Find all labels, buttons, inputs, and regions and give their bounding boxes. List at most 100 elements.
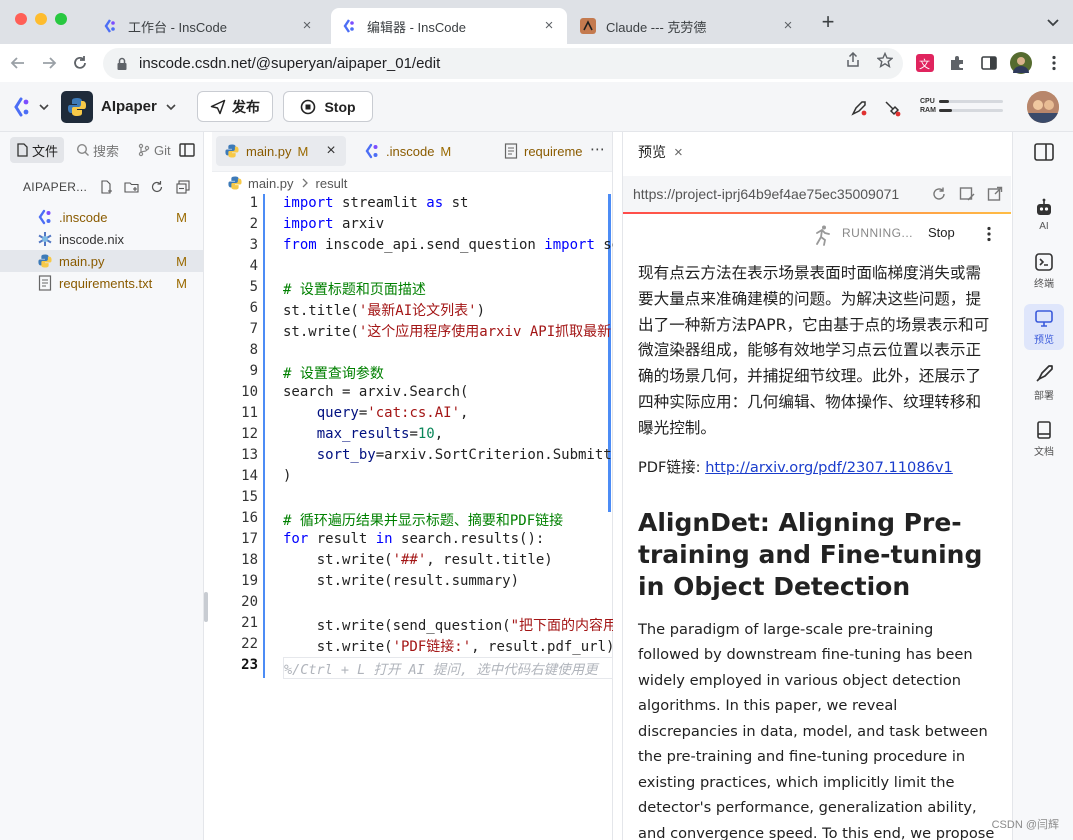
- kebab-menu-icon[interactable]: [1045, 54, 1063, 72]
- close-icon[interactable]: ×: [541, 18, 557, 34]
- ai-hint-placeholder[interactable]: %/Ctrl + L 打开 AI 提问, 选中代码右键使用更: [283, 657, 613, 679]
- profile-avatar[interactable]: [1010, 52, 1032, 74]
- translate-extension-icon[interactable]: 文: [916, 54, 934, 72]
- window-minimize-button[interactable]: [35, 13, 47, 25]
- editor-tab-main-py[interactable]: main.py M ×: [216, 136, 346, 166]
- file-item-requirements[interactable]: requirements.txt M: [0, 272, 203, 294]
- browser-tab-editor[interactable]: 编辑器 - InsCode ×: [331, 8, 567, 44]
- file-item-main-py[interactable]: main.py M: [0, 250, 203, 272]
- text-file-icon: [504, 143, 518, 159]
- editor-tab-requirements[interactable]: requireme: [496, 136, 586, 166]
- sidebar-item-ai[interactable]: AI: [1024, 192, 1064, 238]
- share-icon[interactable]: [845, 52, 861, 68]
- sidebar-item-deploy[interactable]: 部署: [1024, 360, 1064, 406]
- file-item-inscode-nix[interactable]: inscode.nix: [0, 228, 203, 250]
- forward-button[interactable]: [36, 50, 62, 76]
- inscode-logo-menu[interactable]: [12, 97, 50, 117]
- breadcrumb-symbol[interactable]: result: [316, 176, 348, 191]
- chevron-down-icon: [39, 104, 49, 111]
- new-file-icon[interactable]: [100, 180, 114, 194]
- browser-tab-workspace[interactable]: 工作台 - InsCode ×: [92, 8, 325, 44]
- close-icon[interactable]: ×: [326, 142, 335, 160]
- refresh-icon[interactable]: [150, 180, 164, 194]
- code-line: st.title('最新AI论文列表'): [283, 303, 486, 319]
- project-switcher[interactable]: AIpaper: [61, 90, 187, 123]
- kebab-menu-icon[interactable]: [981, 226, 997, 242]
- line-number: 16: [241, 510, 258, 526]
- rocket-notification-icon[interactable]: [850, 99, 868, 117]
- chevron-right-icon: [302, 178, 308, 188]
- close-icon[interactable]: ×: [299, 18, 315, 34]
- lock-icon: [117, 57, 127, 70]
- editor-tab-inscode[interactable]: .inscode M: [356, 136, 476, 166]
- layout-toggle-icon[interactable]: [1034, 143, 1054, 161]
- code-line: query='cat:cs.AI',: [283, 405, 469, 421]
- running-status-label: RUNNING...: [842, 226, 913, 240]
- inscode-icon: [365, 143, 378, 159]
- new-tab-button[interactable]: +: [815, 10, 841, 36]
- code-line: st.write(send_question("把下面的内容用: [283, 618, 613, 634]
- line-number: 5: [249, 279, 258, 295]
- side-panel-icon[interactable]: [980, 54, 998, 72]
- line-number: 18: [241, 552, 258, 568]
- reload-icon[interactable]: [931, 186, 947, 202]
- window-maximize-button[interactable]: [55, 13, 67, 25]
- code-line: # 循环遍历结果并显示标题、摘要和PDF链接: [283, 513, 564, 529]
- text-file-icon: [37, 275, 53, 291]
- streamlit-stop-button[interactable]: Stop: [928, 225, 955, 240]
- close-icon[interactable]: ×: [780, 18, 796, 34]
- inscode-icon: [341, 18, 357, 34]
- tab-git[interactable]: Git: [131, 137, 177, 163]
- breadcrumb-file[interactable]: main.py: [248, 176, 294, 191]
- line-number: 12: [241, 426, 258, 442]
- project-name: AIpaper: [101, 98, 157, 115]
- preview-url-bar[interactable]: https://project-iprj64b9ef4ae75ec3500907…: [623, 176, 1011, 212]
- stop-label: Stop: [324, 98, 356, 115]
- line-number: 11: [241, 405, 258, 421]
- cpu-label: CPU: [920, 98, 935, 105]
- close-icon[interactable]: ×: [674, 144, 683, 161]
- screenshot-edit-icon[interactable]: [959, 186, 975, 202]
- tab-search[interactable]: 搜索: [70, 137, 125, 163]
- browser-tab-claude[interactable]: Claude --- 克劳德 ×: [570, 8, 806, 44]
- line-number: 19: [241, 573, 258, 589]
- pdf-link[interactable]: http://arxiv.org/pdf/2307.11086v1: [705, 459, 953, 476]
- extensions-puzzle-icon[interactable]: [948, 54, 966, 72]
- tab-title: Claude --- 克劳德: [606, 19, 707, 35]
- modified-badge: M: [297, 143, 309, 159]
- more-tabs-icon[interactable]: ⋯: [590, 140, 606, 158]
- paper-title: AlignDet: Aligning Pre-training and Fine…: [638, 507, 983, 601]
- file-item-inscode[interactable]: .inscode M: [0, 206, 203, 228]
- new-folder-icon[interactable]: [124, 180, 140, 194]
- modified-badge: M: [440, 143, 452, 159]
- publish-button[interactable]: 发布: [197, 91, 273, 122]
- sidebar-item-terminal[interactable]: 终端: [1024, 248, 1064, 294]
- open-external-icon[interactable]: [987, 186, 1003, 202]
- app-header: AIpaper 发布 Stop CPU RAM: [0, 82, 1073, 132]
- sidebar-item-preview[interactable]: 预览: [1024, 304, 1064, 350]
- code-area[interactable]: 1 2 3 4 5 6 7 8 9 10 11 12 13 14 15 16 1…: [212, 194, 613, 679]
- debug-broom-icon[interactable]: [883, 99, 901, 117]
- user-avatar[interactable]: [1027, 91, 1059, 123]
- address-bar[interactable]: inscode.csdn.net/@superyan/aipaper_01/ed…: [103, 48, 903, 79]
- window-close-button[interactable]: [15, 13, 27, 25]
- back-button[interactable]: [5, 50, 31, 76]
- sidebar-item-docs[interactable]: 文档: [1024, 416, 1064, 462]
- preview-title: 预览: [638, 144, 666, 160]
- collapse-all-icon[interactable]: [176, 180, 190, 194]
- preview-tab[interactable]: 预览 ×: [623, 132, 1011, 172]
- toggle-panel-icon[interactable]: [179, 143, 195, 157]
- tab-git-label: Git: [154, 142, 171, 158]
- code-line: st.write('PDF链接:', result.pdf_url): [283, 639, 613, 655]
- code-line: import arxiv: [283, 216, 385, 232]
- reload-button[interactable]: [67, 50, 93, 76]
- tab-search-chevron-icon[interactable]: [1043, 12, 1063, 32]
- line-number: 22: [241, 636, 258, 652]
- bookmark-star-icon[interactable]: [877, 52, 893, 68]
- code-line: # 设置查询参数: [283, 366, 384, 382]
- stop-button[interactable]: Stop: [283, 91, 373, 122]
- tab-files[interactable]: 文件: [10, 137, 65, 163]
- panel-resize-handle[interactable]: [204, 592, 208, 622]
- code-line: st.write('这个应用程序使用arxiv API抓取最新: [283, 324, 612, 340]
- code-line: for result in search.results():: [283, 531, 545, 547]
